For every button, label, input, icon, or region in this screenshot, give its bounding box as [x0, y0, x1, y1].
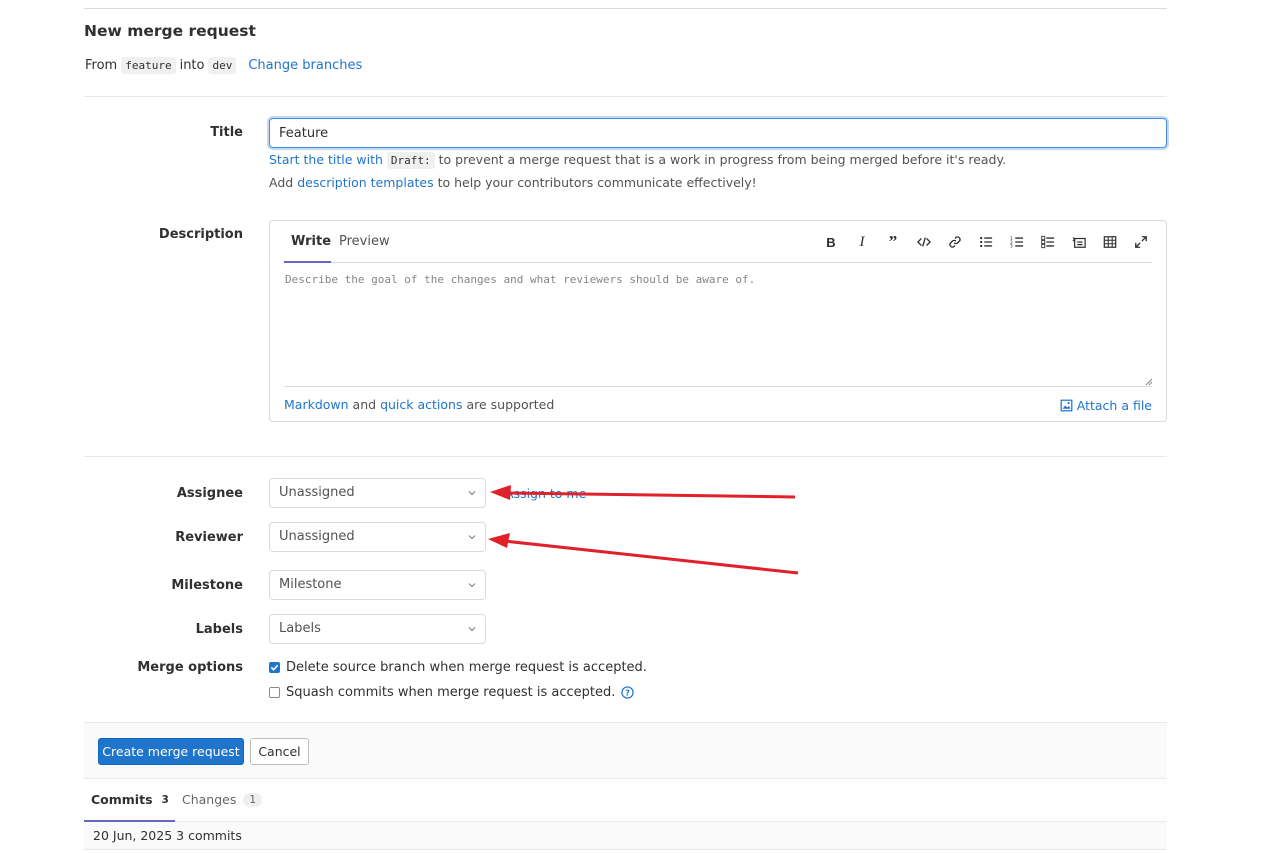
markdown-support-note: Markdown and quick actions are supported — [284, 397, 554, 412]
draft-code: Draft: — [386, 152, 435, 169]
tab-changes[interactable]: Changes 1 — [182, 792, 263, 807]
supported-text: are supported — [466, 397, 555, 412]
template-hint-rest: to help your contributors communicate ef… — [437, 175, 757, 190]
branch-info: From feature into dev Change branches — [85, 57, 362, 74]
task-list-icon[interactable] — [1037, 233, 1059, 251]
assignee-label: Assignee — [176, 486, 243, 501]
image-icon — [1060, 399, 1073, 412]
collapsible-section-icon[interactable] — [1068, 233, 1090, 251]
assignee-dropdown[interactable]: Unassigned — [269, 478, 486, 508]
markdown-link[interactable]: Markdown — [284, 397, 349, 412]
labels-value: Labels — [279, 621, 321, 636]
help-icon[interactable]: ? — [621, 686, 635, 699]
target-branch: dev — [208, 57, 237, 74]
numbered-list-icon[interactable]: 123 — [1006, 233, 1028, 251]
squash-commits-checkbox[interactable] — [269, 687, 280, 698]
draft-hint: Start the title with Draft: to prevent a… — [269, 152, 1007, 169]
page-title: New merge request — [84, 22, 256, 40]
create-merge-request-button[interactable]: Create merge request — [98, 738, 244, 765]
changes-count-badge: 1 — [243, 792, 263, 807]
commits-count-badge: 3 — [161, 793, 169, 806]
quote-icon[interactable]: ” — [882, 232, 904, 251]
form-actions: Create merge request Cancel — [84, 722, 1167, 779]
quick-actions-link[interactable]: quick actions — [380, 397, 462, 412]
milestone-label: Milestone — [171, 578, 243, 593]
top-divider — [84, 8, 1167, 9]
table-icon[interactable] — [1099, 233, 1121, 251]
section-divider — [84, 96, 1167, 97]
commits-date-text: 20 Jun, 2025 3 commits — [93, 828, 242, 843]
checkmark-icon — [270, 664, 279, 671]
chevron-down-icon — [468, 627, 476, 632]
template-hint: Add description templates to help your c… — [269, 175, 757, 190]
merge-request-page: New merge request From feature into dev … — [84, 0, 1167, 853]
change-branches-link[interactable]: Change branches — [248, 58, 362, 73]
draft-hint-link[interactable]: Start the title with — [269, 152, 383, 167]
labels-label: Labels — [195, 622, 243, 637]
and-text: and — [352, 397, 377, 412]
attach-file-link[interactable]: Attach a file — [1060, 398, 1152, 413]
delete-source-branch-checkbox[interactable] — [269, 662, 280, 673]
attach-file-label: Attach a file — [1076, 398, 1152, 413]
markdown-toolbar: B I ” 123 — [820, 232, 1152, 251]
template-hint-add: Add — [269, 175, 294, 190]
chevron-down-icon — [468, 491, 476, 496]
delete-source-branch-option[interactable]: Delete source branch when merge request … — [269, 660, 647, 675]
reviewer-dropdown[interactable]: Unassigned — [269, 522, 486, 552]
tab-preview[interactable]: Preview — [339, 234, 390, 249]
assign-to-me-link[interactable]: Assign to me — [505, 486, 586, 501]
reviewer-value: Unassigned — [279, 529, 355, 544]
description-textarea[interactable] — [284, 264, 1152, 387]
milestone-value: Milestone — [279, 577, 342, 592]
commits-changes-tabs: Commits 3 Changes 1 — [84, 780, 1167, 822]
squash-commits-option[interactable]: Squash commits when merge request is acc… — [269, 685, 635, 700]
source-branch: feature — [121, 57, 176, 74]
tab-changes-label: Changes — [182, 792, 237, 807]
merge-options-label: Merge options — [137, 660, 243, 675]
chevron-down-icon — [468, 583, 476, 588]
section-divider-2 — [84, 456, 1167, 457]
italic-icon[interactable]: I — [851, 233, 873, 251]
markdown-editor: Write Preview B I ” 123 Describe the goa… — [269, 220, 1167, 422]
title-input[interactable] — [269, 118, 1167, 148]
draft-hint-rest: to prevent a merge request that is a wor… — [438, 152, 1007, 167]
description-label: Description — [158, 227, 243, 242]
code-icon[interactable] — [913, 233, 935, 251]
squash-commits-text: Squash commits when merge request is acc… — [286, 685, 616, 700]
fullscreen-icon[interactable] — [1130, 233, 1152, 251]
from-text: From — [85, 58, 118, 73]
assignee-value: Unassigned — [279, 485, 355, 500]
reviewer-label: Reviewer — [175, 530, 243, 545]
active-tab-indicator — [284, 261, 331, 263]
tab-commits[interactable]: Commits 3 — [91, 792, 171, 807]
editor-tabs: Write Preview B I ” 123 — [284, 221, 1152, 263]
resize-grip-icon[interactable] — [1144, 377, 1152, 385]
delete-source-branch-text: Delete source branch when merge request … — [286, 660, 647, 675]
svg-text:?: ? — [625, 688, 630, 698]
description-templates-link[interactable]: description templates — [297, 175, 433, 190]
link-icon[interactable] — [944, 233, 966, 251]
bulleted-list-icon[interactable] — [975, 233, 997, 251]
title-label: Title — [210, 125, 243, 140]
bold-icon[interactable]: B — [820, 233, 842, 251]
into-text: into — [179, 58, 205, 73]
tab-commits-label: Commits — [91, 792, 153, 807]
cancel-button[interactable]: Cancel — [250, 738, 309, 765]
tab-write[interactable]: Write — [291, 234, 331, 249]
svg-text:3: 3 — [1010, 244, 1013, 249]
labels-dropdown[interactable]: Labels — [269, 614, 486, 644]
milestone-dropdown[interactable]: Milestone — [269, 570, 486, 600]
commits-date-row: 20 Jun, 2025 3 commits — [84, 822, 1167, 850]
chevron-down-icon — [468, 535, 476, 540]
